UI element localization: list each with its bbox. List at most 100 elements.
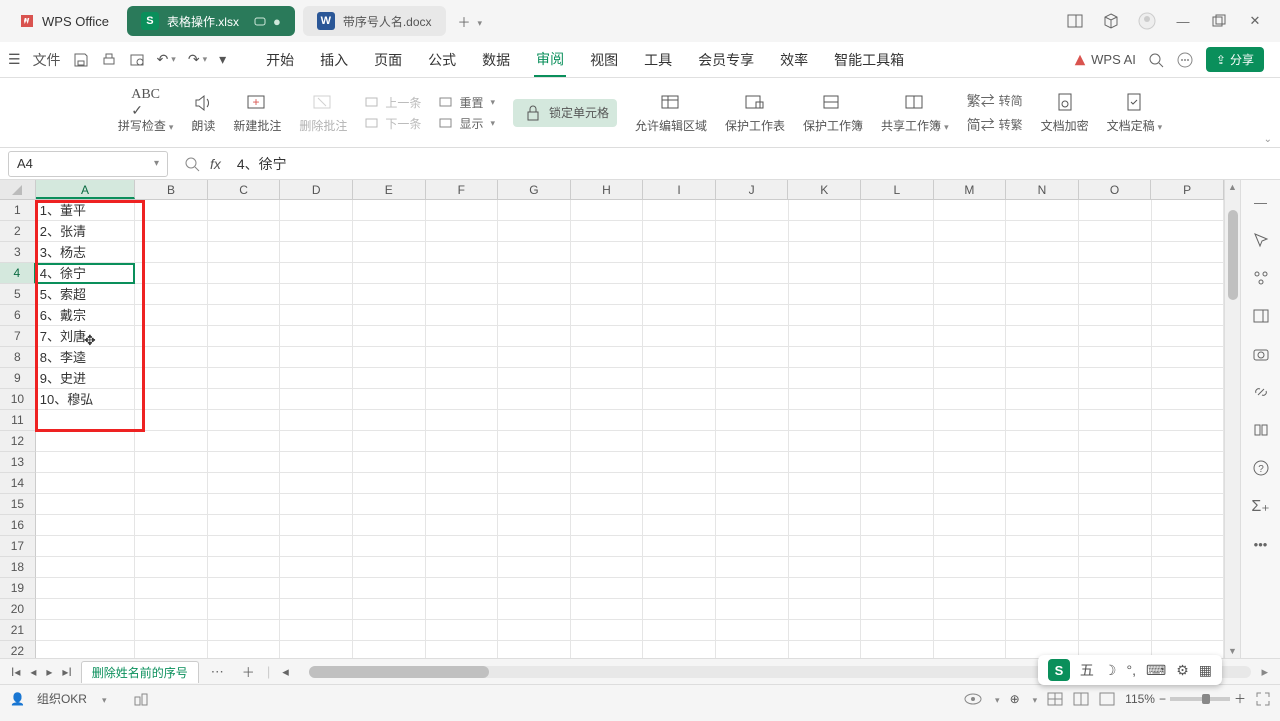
cell-D14[interactable] <box>280 473 353 494</box>
cell-E8[interactable] <box>353 347 426 368</box>
cell-D20[interactable] <box>280 599 353 620</box>
cell-J19[interactable] <box>716 578 789 599</box>
print-icon[interactable] <box>101 52 117 68</box>
cell-M11[interactable] <box>934 410 1007 431</box>
cell-C12[interactable] <box>208 431 281 452</box>
delete-comment-button[interactable]: 删除批注 <box>299 91 347 134</box>
to-simplified-button[interactable]: 繁⇄转简 <box>967 91 1023 111</box>
cell-E6[interactable] <box>353 305 426 326</box>
cell-K17[interactable] <box>789 536 862 557</box>
cell-G8[interactable] <box>498 347 571 368</box>
cell-M13[interactable] <box>934 452 1007 473</box>
row-header-19[interactable]: 19 <box>0 578 36 599</box>
cell-M3[interactable] <box>934 242 1007 263</box>
cell-M18[interactable] <box>934 557 1007 578</box>
cell-M10[interactable] <box>934 389 1007 410</box>
cell-J5[interactable] <box>716 284 789 305</box>
col-header-H[interactable]: H <box>571 180 644 199</box>
cell-E22[interactable] <box>353 641 426 658</box>
cell-J10[interactable] <box>716 389 789 410</box>
cell-G3[interactable] <box>498 242 571 263</box>
protect-sheet-button[interactable]: 保护工作表 <box>725 91 785 134</box>
cell-N5[interactable] <box>1006 284 1079 305</box>
cell-C1[interactable] <box>208 200 281 221</box>
cell-C2[interactable] <box>208 221 281 242</box>
cell-I14[interactable] <box>643 473 716 494</box>
cell-N3[interactable] <box>1006 242 1079 263</box>
cell-O4[interactable] <box>1079 263 1152 284</box>
cell-I7[interactable] <box>643 326 716 347</box>
cell-K5[interactable] <box>789 284 862 305</box>
cell-H21[interactable] <box>571 620 644 641</box>
cell-L9[interactable] <box>861 368 934 389</box>
hamburger-icon[interactable]: ☰ <box>8 51 21 68</box>
cell-J18[interactable] <box>716 557 789 578</box>
cell-O13[interactable] <box>1079 452 1152 473</box>
side-select-icon[interactable] <box>1251 230 1271 250</box>
cell-H5[interactable] <box>571 284 644 305</box>
cell-J13[interactable] <box>716 452 789 473</box>
cell-B1[interactable] <box>135 200 208 221</box>
sheet-last-icon[interactable]: ▸I <box>59 665 74 679</box>
user-avatar-icon[interactable] <box>1138 12 1156 30</box>
cell-J2[interactable] <box>716 221 789 242</box>
cell-N12[interactable] <box>1006 431 1079 452</box>
cell-L2[interactable] <box>861 221 934 242</box>
org-label[interactable]: 组织OKR <box>37 690 87 707</box>
cell-E5[interactable] <box>353 284 426 305</box>
cell-J9[interactable] <box>716 368 789 389</box>
cell-P19[interactable] <box>1152 578 1225 599</box>
cell-P2[interactable] <box>1152 221 1225 242</box>
cell-J15[interactable] <box>716 494 789 515</box>
cell-J17[interactable] <box>716 536 789 557</box>
view-dropdown[interactable] <box>992 692 1000 706</box>
cell-H22[interactable] <box>571 641 644 658</box>
zoom-in-icon[interactable]: ＋ <box>1234 690 1246 707</box>
search-icon[interactable] <box>1148 52 1164 68</box>
col-header-A[interactable]: A <box>36 180 135 199</box>
cell-P18[interactable] <box>1152 557 1225 578</box>
cell-N14[interactable] <box>1006 473 1079 494</box>
cell-L13[interactable] <box>861 452 934 473</box>
app-logo[interactable]: WPS Office <box>8 12 119 30</box>
cell-H4[interactable] <box>571 263 644 284</box>
row-header-7[interactable]: 7 <box>0 326 36 347</box>
lock-cell-button[interactable]: 锁定单元格 <box>513 99 617 127</box>
vscroll-thumb[interactable] <box>1228 210 1238 300</box>
menu-tab-0[interactable]: 开始 <box>264 44 296 76</box>
cell-F8[interactable] <box>426 347 499 368</box>
cell-H1[interactable] <box>571 200 644 221</box>
cell-L3[interactable] <box>861 242 934 263</box>
maximize-icon[interactable] <box>1210 12 1228 30</box>
encrypt-button[interactable]: 文档加密 <box>1041 91 1089 134</box>
cell-H19[interactable] <box>571 578 644 599</box>
cell-G1[interactable] <box>498 200 571 221</box>
cell-A2[interactable]: 2、张清 <box>36 221 135 242</box>
cell-H16[interactable] <box>571 515 644 536</box>
cell-L20[interactable] <box>861 599 934 620</box>
cell-G13[interactable] <box>498 452 571 473</box>
cell-A8[interactable]: 8、李逵 <box>36 347 135 368</box>
cell-D4[interactable] <box>280 263 353 284</box>
menu-tab-4[interactable]: 数据 <box>480 44 512 76</box>
sheet-next-icon[interactable]: ▸ <box>43 665 55 679</box>
col-header-I[interactable]: I <box>643 180 716 199</box>
cell-L21[interactable] <box>861 620 934 641</box>
cell-L15[interactable] <box>861 494 934 515</box>
cell-J12[interactable] <box>716 431 789 452</box>
cell-E19[interactable] <box>353 578 426 599</box>
cell-E2[interactable] <box>353 221 426 242</box>
ime-grid-icon[interactable]: ▦ <box>1199 662 1212 679</box>
row-header-5[interactable]: 5 <box>0 284 36 305</box>
cell-F11[interactable] <box>426 410 499 431</box>
cell-N10[interactable] <box>1006 389 1079 410</box>
focus-icon[interactable]: ⊕ <box>1010 692 1020 706</box>
cell-P13[interactable] <box>1152 452 1225 473</box>
side-sum-icon[interactable]: Σ₊ <box>1251 496 1271 516</box>
col-header-D[interactable]: D <box>280 180 353 199</box>
cell-C22[interactable] <box>208 641 281 658</box>
cell-D10[interactable] <box>280 389 353 410</box>
ime-gear-icon[interactable]: ⚙ <box>1176 662 1189 679</box>
display-button[interactable]: 显示 <box>439 115 495 132</box>
cell-E16[interactable] <box>353 515 426 536</box>
